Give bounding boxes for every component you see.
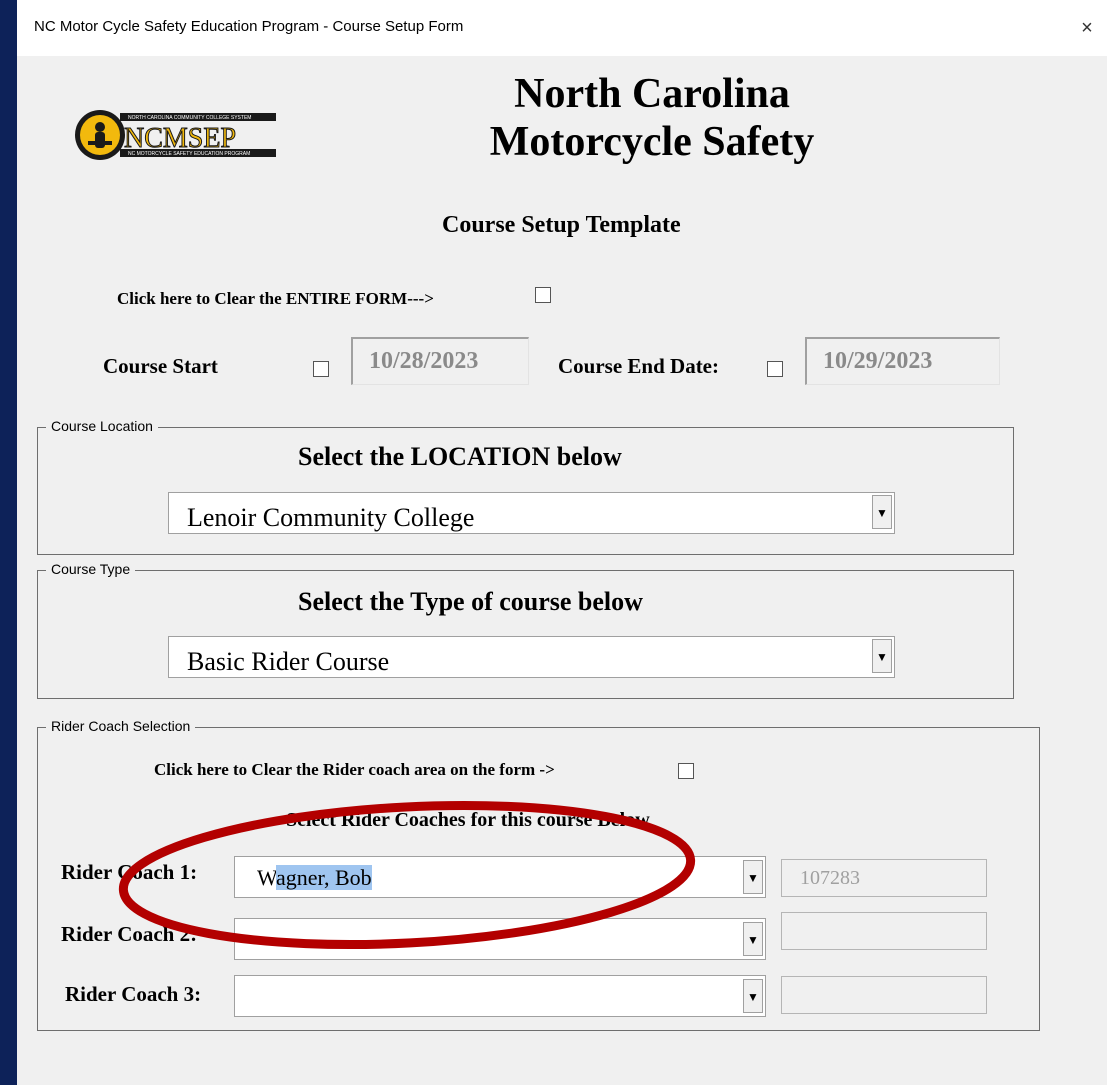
location-value: Lenoir Community College bbox=[187, 503, 475, 532]
form-subtitle: Course Setup Template bbox=[442, 212, 681, 238]
coach-2-select[interactable]: ▼ bbox=[234, 918, 766, 960]
course-end-label: Course End Date: bbox=[558, 354, 719, 378]
chevron-down-icon[interactable]: ▼ bbox=[872, 495, 892, 529]
coach-1-label: Rider Coach 1: bbox=[61, 860, 198, 884]
course-type-select[interactable]: Basic Rider Course ▼ bbox=[168, 636, 895, 678]
course-type-heading: Select the Type of course below bbox=[298, 587, 643, 616]
close-icon[interactable]: × bbox=[1067, 10, 1107, 46]
chevron-down-icon[interactable]: ▼ bbox=[743, 860, 763, 894]
svg-text:NORTH CAROLINA COMMUNITY COLLE: NORTH CAROLINA COMMUNITY COLLEGE SYSTEM bbox=[128, 115, 251, 121]
course-location-frame: Course Location Select the LOCATION belo… bbox=[37, 418, 1014, 555]
coach-heading: Select Rider Coaches for this course Bel… bbox=[286, 809, 650, 831]
chevron-down-icon[interactable]: ▼ bbox=[743, 922, 763, 956]
course-end-checkbox[interactable] bbox=[767, 361, 783, 377]
coach-1-id: 107283 bbox=[781, 859, 987, 897]
coach-2-id bbox=[781, 912, 987, 950]
coach-2-label: Rider Coach 2: bbox=[61, 922, 198, 946]
location-select[interactable]: Lenoir Community College ▼ bbox=[168, 492, 895, 534]
course-end-date[interactable]: 10/29/2023 bbox=[805, 337, 1000, 385]
coach-3-id bbox=[781, 976, 987, 1014]
title-bar: NC Motor Cycle Safety Education Program … bbox=[17, 0, 1107, 56]
coach-3-select[interactable]: ▼ bbox=[234, 975, 766, 1017]
course-type-frame: Course Type Select the Type of course be… bbox=[37, 561, 1014, 699]
chevron-down-icon[interactable]: ▼ bbox=[743, 979, 763, 1013]
chevron-down-icon[interactable]: ▼ bbox=[872, 639, 892, 673]
course-start-date[interactable]: 10/28/2023 bbox=[351, 337, 529, 385]
window-title: NC Motor Cycle Safety Education Program … bbox=[34, 18, 464, 35]
course-type-value: Basic Rider Course bbox=[187, 647, 390, 676]
course-setup-window: NC Motor Cycle Safety Education Program … bbox=[17, 0, 1107, 1085]
clear-form-checkbox[interactable] bbox=[535, 287, 551, 303]
svg-text:NCMSEP: NCMSEP bbox=[124, 123, 236, 154]
heading-line-2: Motorcycle Safety bbox=[489, 119, 815, 165]
course-location-legend: Course Location bbox=[46, 418, 158, 434]
coach-3-label: Rider Coach 3: bbox=[65, 982, 202, 1006]
heading-line-1: North Carolina bbox=[514, 71, 790, 117]
ncmsep-logo: NORTH CAROLINA COMMUNITY COLLEGE SYSTEM … bbox=[75, 110, 276, 160]
coach-1-select[interactable]: Wagner, Bob ▼ bbox=[234, 856, 766, 898]
course-type-legend: Course Type bbox=[46, 561, 136, 577]
course-start-label: Course Start bbox=[103, 354, 218, 378]
rider-coach-frame: Rider Coach Selection Click here to Clea… bbox=[37, 718, 1040, 1031]
location-heading: Select the LOCATION below bbox=[298, 442, 622, 471]
rider-coach-legend: Rider Coach Selection bbox=[46, 718, 196, 734]
coach-1-value: Wagner, Bob bbox=[257, 865, 372, 890]
svg-text:NC MOTORCYCLE SAFETY EDUCATION: NC MOTORCYCLE SAFETY EDUCATION PROGRAM bbox=[128, 151, 250, 157]
form-heading: North Carolina Motorcycle Safety bbox=[417, 70, 887, 166]
clear-coach-label: Click here to Clear the Rider coach area… bbox=[154, 760, 555, 779]
clear-form-label: Click here to Clear the ENTIRE FORM---> bbox=[117, 289, 434, 308]
course-start-checkbox[interactable] bbox=[313, 361, 329, 377]
clear-coach-checkbox[interactable] bbox=[678, 763, 694, 779]
